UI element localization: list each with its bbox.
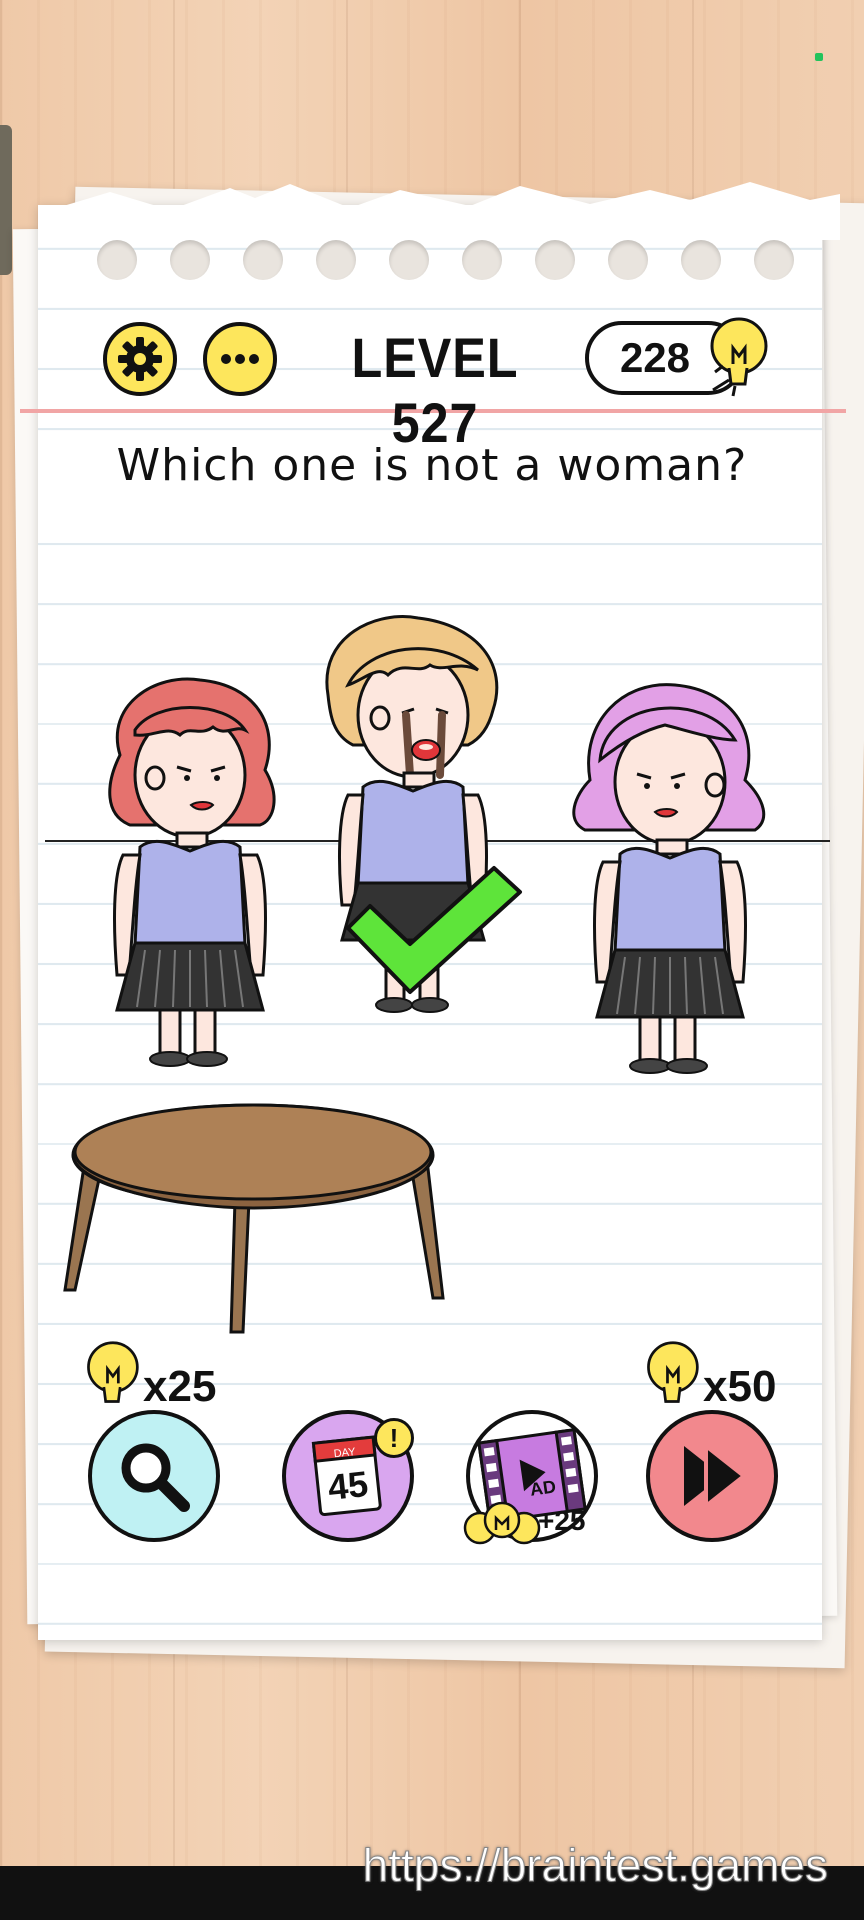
lightbulb-icon [647, 1341, 699, 1403]
lightbulb-icon [710, 317, 768, 397]
binder-hole [389, 240, 429, 280]
daily-alert-badge: ! [374, 1418, 414, 1458]
red-haired-woman[interactable] [95, 675, 285, 1085]
binder-hole [170, 240, 210, 280]
fast-forward-icon [684, 1441, 748, 1511]
table[interactable] [55, 1100, 450, 1340]
status-indicator [815, 53, 823, 61]
torn-edge [50, 182, 840, 240]
binder-hole [535, 240, 575, 280]
settings-button[interactable] [103, 322, 177, 396]
calendar-icon: DAY 45 [311, 1435, 382, 1517]
gear-icon [118, 337, 162, 381]
ad-reward: +25 [538, 1505, 586, 1536]
binder-hole [316, 240, 356, 280]
hint-count: 228 [619, 334, 691, 381]
ad-label: AD [528, 1476, 558, 1500]
skip-level-button[interactable] [646, 1410, 778, 1542]
correct-check-icon [346, 866, 522, 994]
watermark-link[interactable]: https://braintest.games [362, 1838, 828, 1892]
binder-hole [608, 240, 648, 280]
pink-haired-woman[interactable] [565, 680, 775, 1090]
magnifier-icon [121, 1443, 190, 1512]
level-title: LEVEL 527 [351, 326, 519, 454]
binder-hole [243, 240, 283, 280]
binder-hole [681, 240, 721, 280]
search-cost: x25 [143, 1362, 217, 1411]
search-hint-button[interactable] [88, 1410, 220, 1542]
binder-hole [97, 240, 137, 280]
question-text: Which one is not a woman? [116, 440, 748, 491]
binder-hole [462, 240, 502, 280]
ellipsis-icon [221, 354, 259, 364]
menu-button[interactable] [203, 322, 277, 396]
skip-cost: x50 [703, 1362, 777, 1411]
calendar-day-number: 45 [326, 1463, 370, 1508]
binder-hole [754, 240, 794, 280]
calendar-day-label: DAY [333, 1446, 357, 1460]
system-edge-handle[interactable] [0, 125, 12, 275]
lightbulb-icon [87, 1341, 139, 1403]
bulb-cluster-icon [463, 1501, 541, 1545]
